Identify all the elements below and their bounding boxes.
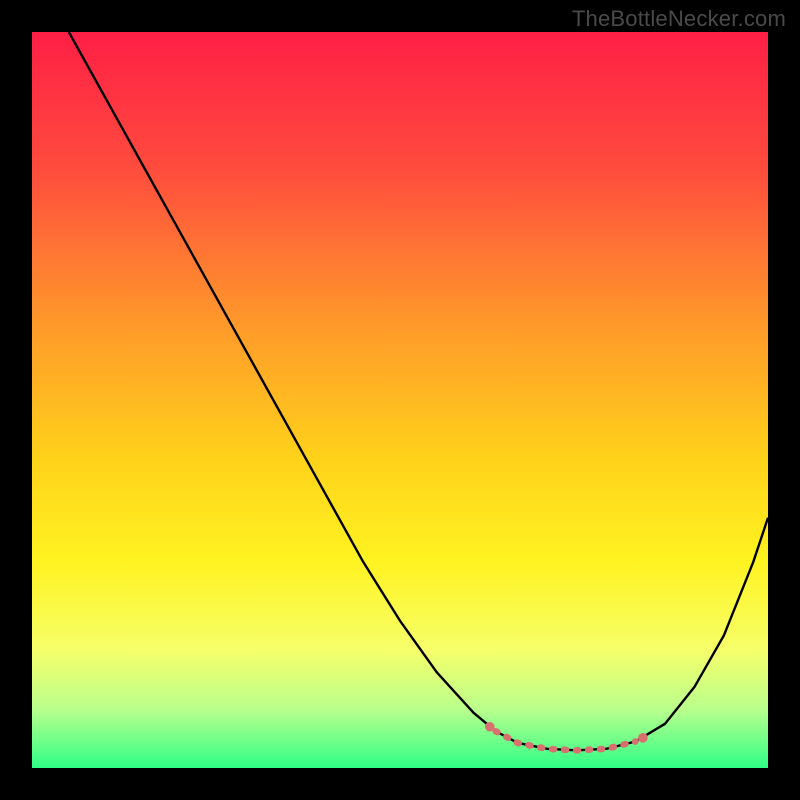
watermark-text: TheBottleNecker.com xyxy=(572,6,786,32)
chart-container: TheBottleNecker.com xyxy=(0,0,800,800)
plot-area xyxy=(32,32,768,768)
chart-svg xyxy=(32,32,768,768)
